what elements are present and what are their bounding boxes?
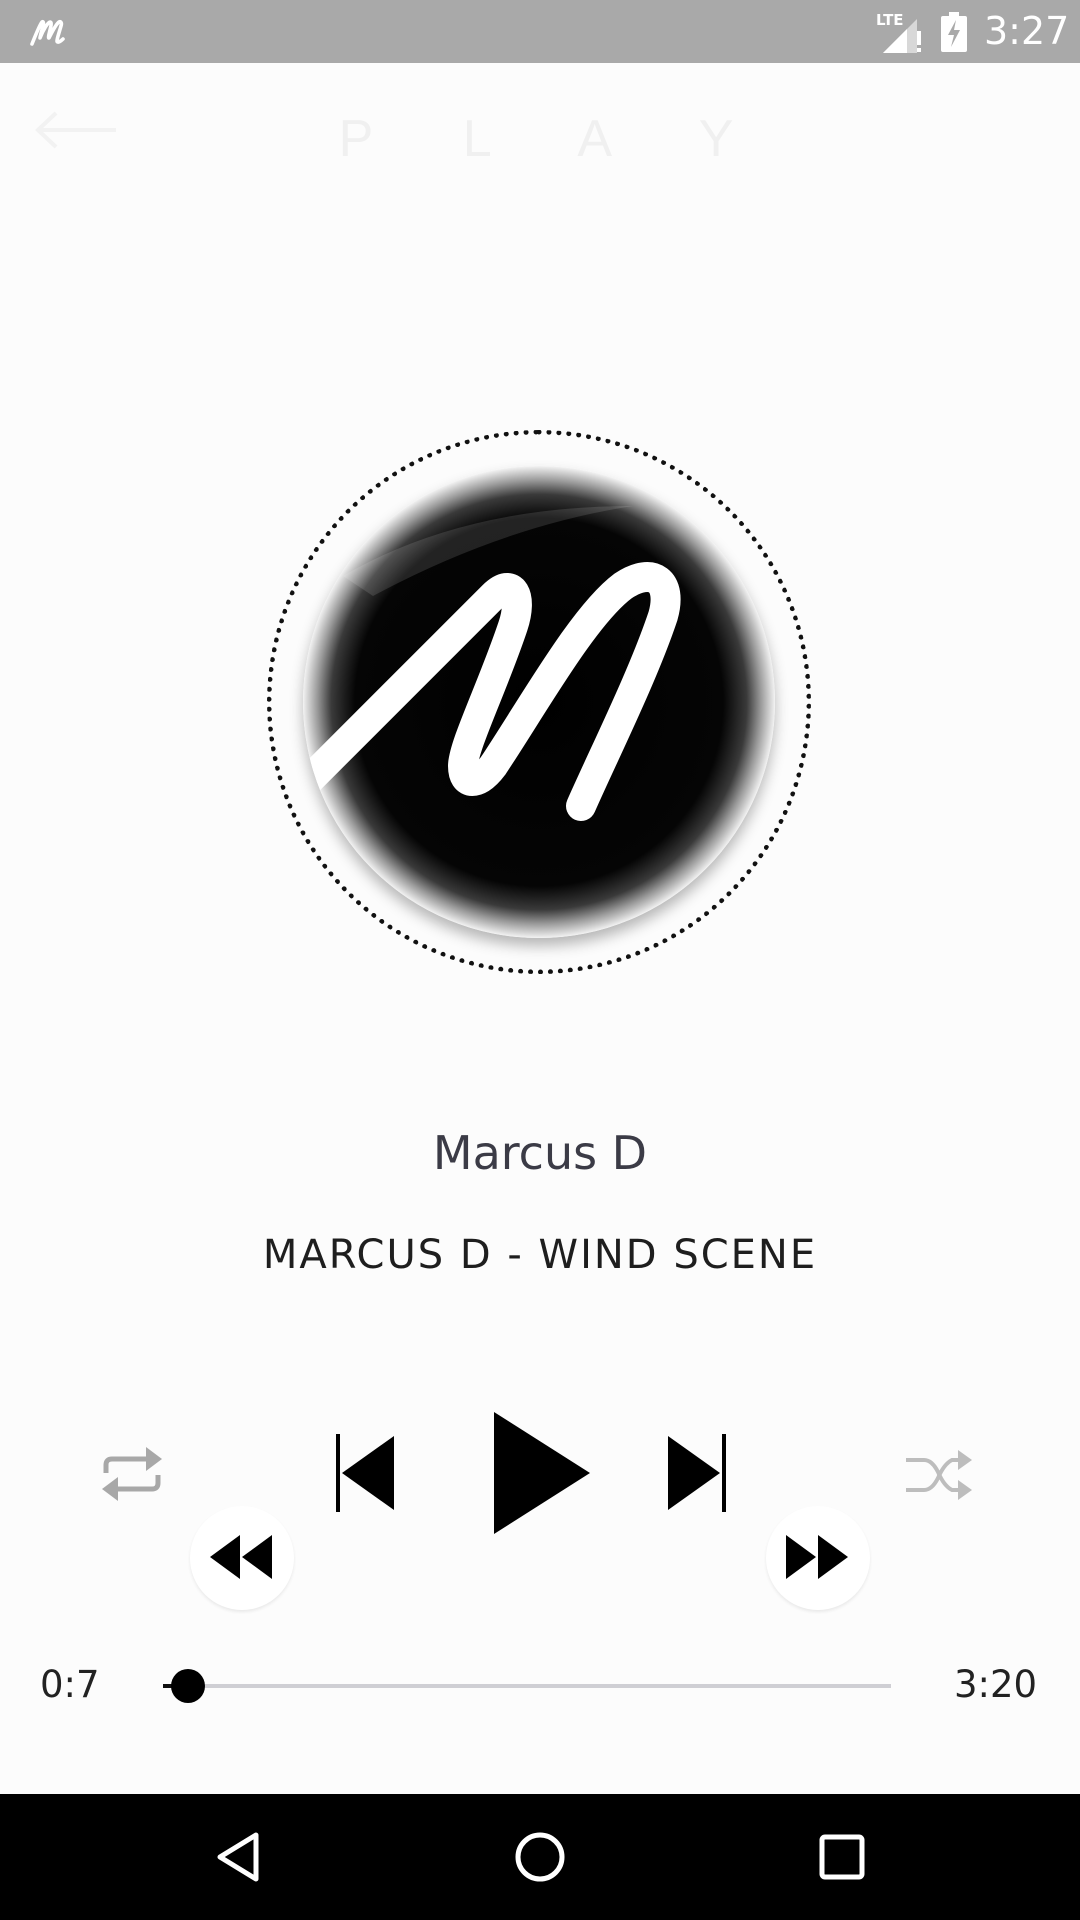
seek-bar[interactable] — [163, 1669, 891, 1703]
skip-next-button[interactable] — [664, 1432, 728, 1514]
repeat-icon — [102, 1447, 162, 1501]
repeat-button[interactable] — [98, 1443, 166, 1505]
skip-next-icon — [668, 1434, 726, 1512]
m-logo-icon — [303, 466, 775, 938]
seek-thumb[interactable] — [171, 1669, 206, 1703]
page-title: P L A Y — [338, 110, 772, 168]
rewind-button[interactable] — [208, 1533, 274, 1581]
elapsed-time: 0:7 — [40, 1663, 100, 1706]
artist-name: Marcus D — [432, 1126, 648, 1180]
recents-square-icon — [819, 1834, 865, 1880]
skip-previous-icon — [336, 1434, 394, 1512]
album-artwork — [303, 466, 775, 938]
network-label: LTE — [876, 11, 904, 29]
system-nav-bar — [0, 1794, 1080, 1920]
lte-signal-icon: LTE — [873, 9, 925, 55]
battery-charging-icon — [940, 12, 968, 52]
total-time: 3:20 — [954, 1663, 1038, 1706]
home-circle-icon — [515, 1832, 565, 1882]
shuffle-button[interactable] — [904, 1446, 974, 1504]
nav-home-button[interactable] — [510, 1827, 570, 1887]
play-icon — [494, 1412, 590, 1534]
status-time: 3:27 — [984, 9, 1070, 53]
shuffle-icon — [906, 1450, 972, 1500]
nav-recents-button[interactable] — [812, 1827, 872, 1887]
status-bar: LTE 3:27 — [0, 0, 1080, 63]
play-button[interactable] — [492, 1410, 592, 1536]
track-title: MARCUS D - WIND SCENE — [262, 1232, 818, 1278]
fast-forward-icon — [786, 1535, 848, 1579]
fast-forward-button[interactable] — [784, 1533, 850, 1581]
app-bar: P L A Y — [0, 63, 1080, 207]
skip-previous-button[interactable] — [334, 1432, 398, 1514]
app-logo-icon — [26, 10, 70, 54]
rewind-icon — [210, 1535, 272, 1579]
back-triangle-icon — [217, 1832, 259, 1882]
nav-back-button[interactable] — [208, 1827, 268, 1887]
